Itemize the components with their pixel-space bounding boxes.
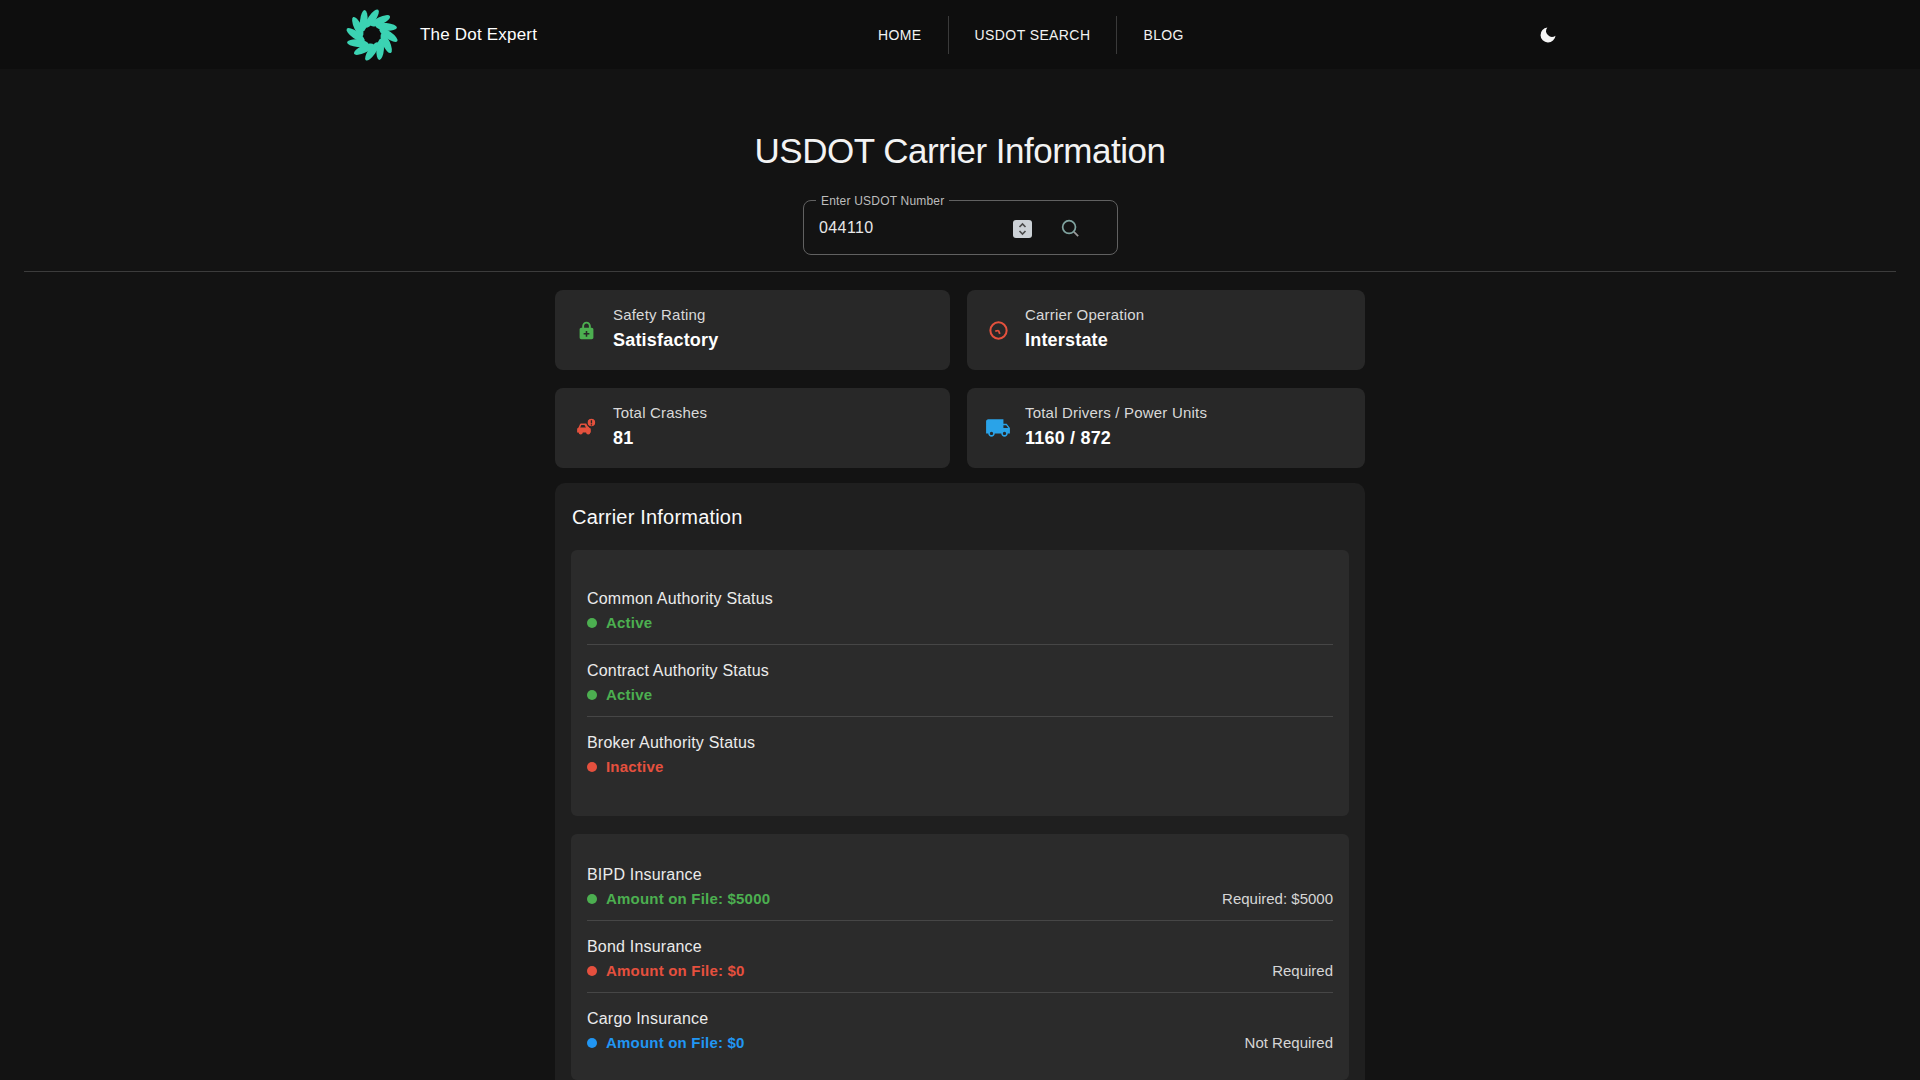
insurance-card: BIPD Insurance Amount on File: $5000 Req… (571, 834, 1349, 1080)
safety-rating-card: Safety Rating Satisfactory (555, 290, 950, 370)
brand-name: The Dot Expert (420, 25, 537, 45)
panel-title: Carrier Information (572, 506, 1348, 529)
authority-row: Common Authority Status Active (587, 573, 1333, 645)
lock-plus-icon (573, 319, 599, 342)
insurance-row: BIPD Insurance Amount on File: $5000 Req… (587, 849, 1333, 921)
page-title: USDOT Carrier Information (0, 131, 1920, 171)
authority-row: Broker Authority Status Inactive (587, 717, 1333, 788)
authority-status-card: Common Authority Status Active Contract … (571, 550, 1349, 816)
status-dot (587, 894, 597, 904)
total-drivers-card: Total Drivers / Power Units 1160 / 872 (967, 388, 1365, 468)
car-crash-icon (573, 416, 599, 440)
insurance-row: Cargo Insurance Amount on File: $0 Not R… (587, 993, 1333, 1064)
header: The Dot Expert HOME USDOT SEARCH BLOG (0, 0, 1920, 69)
required-amount: Required (1272, 962, 1333, 979)
moon-icon (1538, 25, 1558, 45)
main-nav: HOME USDOT SEARCH BLOG (852, 0, 1210, 69)
carrier-information-panel: Carrier Information Common Authority Sta… (555, 483, 1365, 1080)
usdot-number-input[interactable] (804, 202, 1004, 253)
nav-usdot-search[interactable]: USDOT SEARCH (949, 27, 1117, 43)
search-button[interactable] (1054, 212, 1086, 244)
carrier-operation-card: Carrier Operation Interstate (967, 290, 1365, 370)
insurance-row: Bond Insurance Amount on File: $0 Requir… (587, 921, 1333, 993)
stat-value: Satisfactory (613, 329, 718, 351)
status-dot (587, 690, 597, 700)
status-dot (587, 762, 597, 772)
status-dot (587, 1038, 597, 1048)
brand[interactable]: The Dot Expert (342, 0, 537, 69)
stat-label: Safety Rating (613, 306, 718, 324)
theme-toggle-button[interactable] (1528, 15, 1568, 55)
stat-value: 1160 / 872 (1025, 427, 1207, 449)
nav-home[interactable]: HOME (852, 27, 948, 43)
stat-value: 81 (613, 427, 707, 449)
status-dot (587, 966, 597, 976)
number-spinner[interactable] (1013, 220, 1032, 238)
status-dot (587, 618, 597, 628)
truck-icon (985, 415, 1011, 441)
stat-label: Total Drivers / Power Units (1025, 404, 1207, 422)
required-amount: Not Required (1245, 1034, 1333, 1051)
stat-label: Total Crashes (613, 404, 707, 422)
spinner-arrows-icon (1017, 222, 1028, 236)
authority-row: Contract Authority Status Active (587, 645, 1333, 717)
section-divider (24, 271, 1896, 272)
stats-grid: Safety Rating Satisfactory Carrier Opera… (555, 290, 1365, 468)
logo-icon (342, 5, 402, 65)
nav-blog[interactable]: BLOG (1117, 27, 1210, 43)
total-crashes-card: Total Crashes 81 (555, 388, 950, 468)
required-amount: Required: $5000 (1222, 890, 1333, 907)
search-icon (1059, 217, 1082, 240)
usdot-search-field: Enter USDOT Number (803, 200, 1118, 255)
stat-label: Carrier Operation (1025, 306, 1144, 324)
stat-value: Interstate (1025, 329, 1144, 351)
clock-icon (985, 320, 1011, 341)
